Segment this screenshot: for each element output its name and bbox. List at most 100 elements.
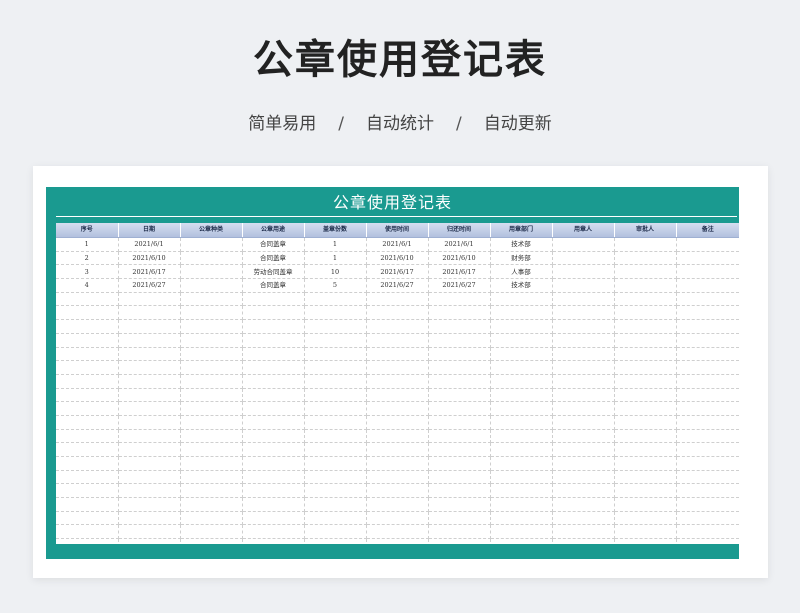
table-cell[interactable] (366, 333, 429, 348)
table-cell[interactable] (428, 429, 491, 444)
table-cell[interactable] (118, 360, 181, 375)
table-cell[interactable] (304, 442, 367, 457)
table-cell[interactable] (552, 442, 615, 457)
table-cell[interactable] (490, 374, 553, 389)
table-cell[interactable]: 1 (304, 251, 367, 266)
table-cell[interactable] (366, 470, 429, 485)
table-cell[interactable] (242, 456, 305, 471)
table-cell[interactable] (676, 483, 739, 499)
table-cell[interactable] (490, 415, 553, 430)
table-cell[interactable] (56, 360, 119, 375)
table-cell[interactable] (242, 538, 305, 544)
table-cell[interactable] (242, 333, 305, 348)
table-cell[interactable] (56, 319, 119, 334)
table-cell[interactable] (180, 278, 243, 293)
table-cell[interactable] (490, 347, 553, 362)
table-cell[interactable]: 劳动合同盖章 (242, 264, 305, 280)
table-cell[interactable] (428, 360, 491, 375)
table-cell[interactable] (242, 442, 305, 457)
table-cell[interactable] (118, 470, 181, 485)
table-cell[interactable] (614, 264, 677, 280)
table-cell[interactable] (428, 374, 491, 389)
table-cell[interactable] (118, 401, 181, 416)
table-cell[interactable] (366, 374, 429, 389)
table-cell[interactable]: 2021/6/1 (428, 237, 491, 252)
table-cell[interactable] (428, 470, 491, 485)
table-cell[interactable] (614, 415, 677, 430)
column-header-remarks[interactable]: 备注 (676, 223, 739, 238)
table-cell[interactable] (304, 497, 367, 512)
table-cell[interactable] (304, 333, 367, 348)
table-cell[interactable]: 2 (56, 251, 119, 266)
table-cell[interactable] (676, 442, 739, 457)
table-cell[interactable] (552, 511, 615, 526)
table-cell[interactable] (56, 524, 119, 540)
table-cell[interactable]: 2021/6/17 (118, 264, 181, 280)
table-cell[interactable] (304, 524, 367, 540)
table-cell[interactable] (676, 305, 739, 321)
table-cell[interactable] (676, 415, 739, 430)
table-cell[interactable] (242, 524, 305, 540)
table-cell[interactable] (490, 333, 553, 348)
table-cell[interactable] (552, 278, 615, 293)
table-cell[interactable] (242, 470, 305, 485)
table-cell[interactable] (676, 251, 739, 266)
table-cell[interactable] (614, 524, 677, 540)
table-cell[interactable] (552, 237, 615, 252)
table-cell[interactable] (242, 347, 305, 362)
table-cell[interactable] (56, 305, 119, 321)
table-cell[interactable] (304, 401, 367, 416)
table-cell[interactable] (552, 347, 615, 362)
table-cell[interactable] (676, 401, 739, 416)
table-cell[interactable] (118, 319, 181, 334)
table-cell[interactable] (552, 305, 615, 321)
table-cell[interactable] (614, 538, 677, 544)
table-cell[interactable] (56, 401, 119, 416)
table-cell[interactable] (56, 442, 119, 457)
table-cell[interactable]: 财务部 (490, 251, 553, 266)
table-cell[interactable] (118, 347, 181, 362)
table-cell[interactable] (180, 292, 243, 307)
table-cell[interactable] (490, 305, 553, 321)
table-cell[interactable] (490, 292, 553, 307)
table-cell[interactable] (366, 442, 429, 457)
table-cell[interactable] (180, 264, 243, 280)
table-cell[interactable] (428, 497, 491, 512)
table-cell[interactable] (304, 305, 367, 321)
table-cell[interactable] (118, 511, 181, 526)
table-cell[interactable] (614, 333, 677, 348)
table-cell[interactable] (56, 415, 119, 430)
table-cell[interactable] (552, 524, 615, 540)
table-cell[interactable] (180, 524, 243, 540)
table-cell[interactable] (614, 360, 677, 375)
table-cell[interactable] (490, 442, 553, 457)
table-cell[interactable]: 2021/6/10 (366, 251, 429, 266)
table-cell[interactable] (366, 360, 429, 375)
table-cell[interactable] (366, 388, 429, 403)
table-cell[interactable] (490, 456, 553, 471)
table-cell[interactable] (428, 524, 491, 540)
table-cell[interactable] (614, 305, 677, 321)
table-cell[interactable] (366, 511, 429, 526)
table-cell[interactable] (552, 401, 615, 416)
table-cell[interactable] (304, 319, 367, 334)
table-cell[interactable]: 3 (56, 264, 119, 280)
column-header-seal-type[interactable]: 公章种类 (180, 223, 243, 238)
table-cell[interactable] (56, 292, 119, 307)
table-cell[interactable] (552, 374, 615, 389)
table-cell[interactable] (614, 442, 677, 457)
table-cell[interactable] (304, 347, 367, 362)
table-cell[interactable] (614, 374, 677, 389)
table-cell[interactable] (552, 415, 615, 430)
table-cell[interactable] (428, 538, 491, 544)
table-cell[interactable] (180, 305, 243, 321)
table-cell[interactable]: 2021/6/10 (428, 251, 491, 266)
table-cell[interactable] (56, 374, 119, 389)
table-cell[interactable] (676, 264, 739, 280)
table-cell[interactable]: 2021/6/1 (118, 237, 181, 252)
table-cell[interactable] (676, 470, 739, 485)
table-cell[interactable] (614, 292, 677, 307)
table-cell[interactable] (490, 429, 553, 444)
table-cell[interactable] (428, 292, 491, 307)
table-cell[interactable] (552, 333, 615, 348)
